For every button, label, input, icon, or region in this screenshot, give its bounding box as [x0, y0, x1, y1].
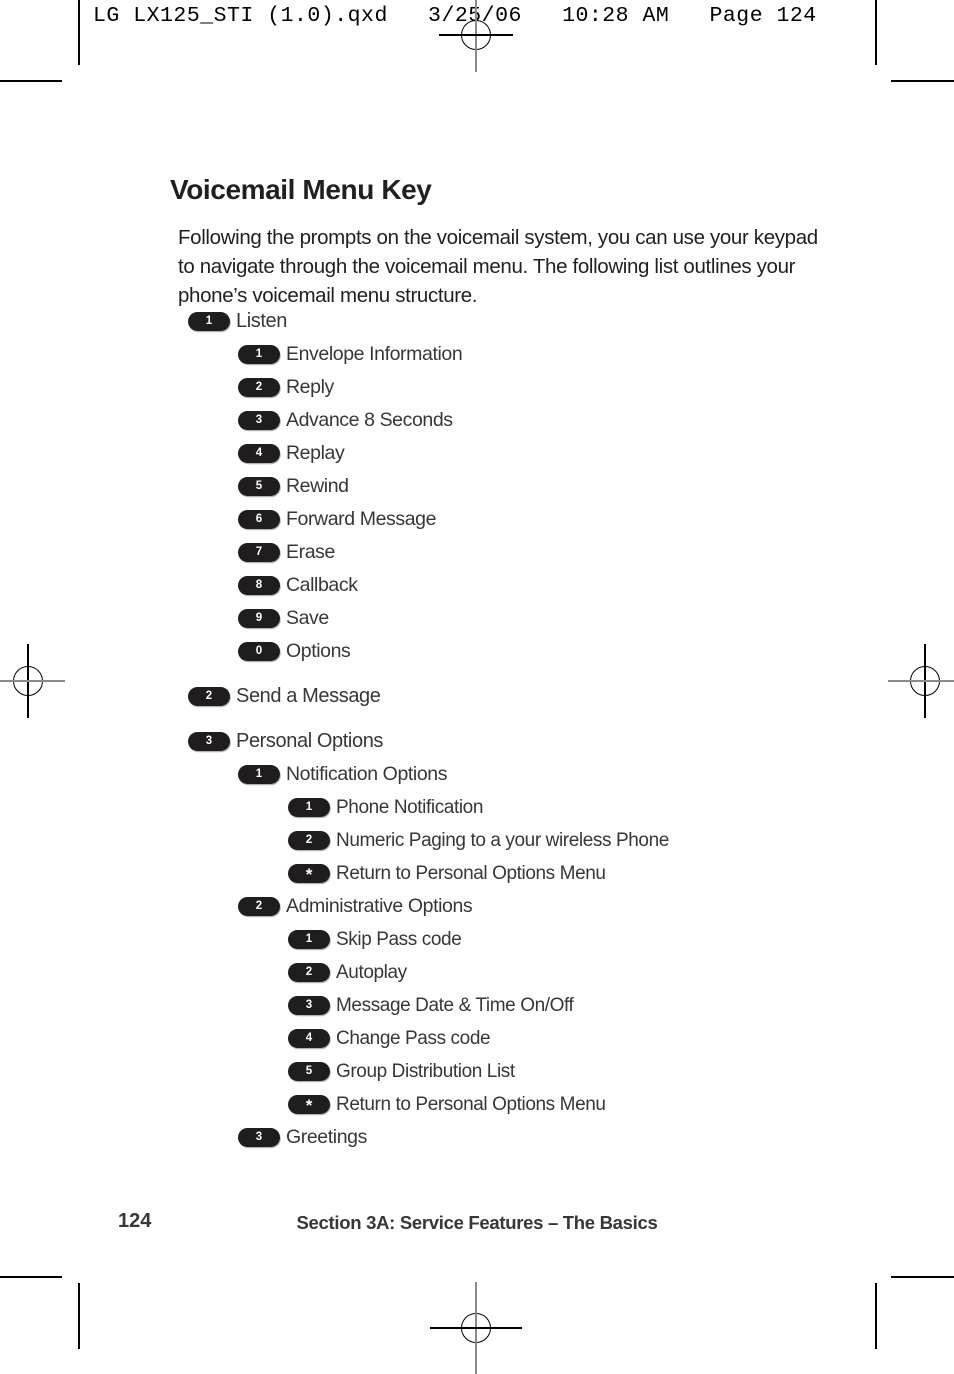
menu-row-label: Forward Message	[286, 508, 437, 530]
keypad-key-badge: 7	[238, 543, 280, 562]
menu-row: 3 Personal Options	[0, 725, 954, 758]
keypad-key-badge: 5	[238, 477, 280, 496]
keypad-key-badge: 3	[238, 411, 280, 430]
menu-row: 9 Save	[0, 602, 954, 635]
keypad-key-badge: 1	[288, 930, 330, 949]
printer-slug-line: LG LX125_STI (1.0).qxd 3/25/06 10:28 AM …	[93, 4, 817, 28]
menu-row: * Return to Personal Options Menu	[0, 857, 954, 890]
menu-row-label: Rewind	[286, 475, 349, 497]
keypad-key-badge: 2	[238, 378, 280, 397]
menu-row: 6 Forward Message	[0, 503, 954, 536]
menu-row-label: Return to Personal Options Menu	[336, 862, 606, 884]
registration-vertical-line	[475, 0, 477, 72]
menu-row: 2 Send a Message	[0, 680, 954, 713]
menu-row: 3 Greetings	[0, 1121, 954, 1154]
menu-row: 5 Group Distribution List	[0, 1055, 954, 1088]
registration-horizontal-line	[439, 34, 513, 36]
keypad-key-badge: 1	[238, 765, 280, 784]
keypad-key-badge: 2	[238, 897, 280, 916]
menu-row-label: Erase	[286, 541, 335, 563]
menu-row: 8 Callback	[0, 569, 954, 602]
menu-row-label: Message Date & Time On/Off	[336, 994, 574, 1016]
intro-paragraph: Following the prompts on the voicemail s…	[178, 225, 818, 307]
menu-row-label: Envelope Information	[286, 343, 463, 365]
menu-row-label: Personal Options	[236, 730, 384, 752]
crop-mark-bottom-right-horizontal	[891, 1276, 954, 1278]
crop-mark-top-left-horizontal	[0, 80, 62, 82]
keypad-key-badge: 4	[288, 1029, 330, 1048]
crop-mark-top-right-vertical	[875, 0, 877, 65]
menu-row-label: Notification Options	[286, 763, 448, 785]
menu-row: 1 Envelope Information	[0, 338, 954, 371]
menu-row: 5 Rewind	[0, 470, 954, 503]
menu-row: 2 Numeric Paging to a your wireless Phone	[0, 824, 954, 857]
footer-section-title: Section 3A: Service Features – The Basic…	[296, 1212, 658, 1233]
menu-row-label: Phone Notification	[336, 796, 484, 818]
menu-row: 0 Options	[0, 635, 954, 668]
keypad-key-badge: 3	[288, 996, 330, 1015]
menu-row-label: Change Pass code	[336, 1027, 491, 1049]
keypad-key-badge: 6	[238, 510, 280, 529]
menu-row-label: Callback	[286, 574, 358, 596]
menu-row: 7 Erase	[0, 536, 954, 569]
menu-row: 4 Change Pass code	[0, 1022, 954, 1055]
keypad-key-badge: 2	[288, 831, 330, 850]
keypad-key-badge: 0	[238, 642, 280, 661]
menu-row-label: Replay	[286, 442, 345, 464]
menu-row-label: Return to Personal Options Menu	[336, 1093, 606, 1115]
keypad-key-badge: 4	[238, 444, 280, 463]
keypad-key-badge: 9	[238, 609, 280, 628]
menu-row: 2 Administrative Options	[0, 890, 954, 923]
keypad-key-badge: 1	[238, 345, 280, 364]
menu-row: 3 Message Date & Time On/Off	[0, 989, 954, 1022]
crop-mark-bottom-left-vertical	[78, 1283, 80, 1349]
menu-row-label: Options	[286, 640, 351, 662]
keypad-key-badge: *	[288, 864, 330, 884]
menu-row-label: Greetings	[286, 1126, 367, 1148]
menu-row-label: Skip Pass code	[336, 928, 462, 950]
menu-row-label: Listen	[236, 310, 287, 332]
menu-row: 1 Notification Options	[0, 758, 954, 791]
menu-row-label: Group Distribution List	[336, 1060, 515, 1082]
menu-row-label: Advance 8 Seconds	[286, 409, 453, 431]
keypad-key-badge: 1	[288, 798, 330, 817]
menu-row-label: Reply	[286, 376, 334, 398]
page-footer: 124 Section 3A: Service Features – The B…	[0, 1210, 954, 1240]
menu-row: 1 Phone Notification	[0, 791, 954, 824]
crop-mark-top-left-vertical	[78, 0, 80, 65]
crop-mark-top-right-horizontal	[891, 80, 954, 82]
voicemail-menu-tree: 1 Listen 1 Envelope Information 2 Reply 3 Advan…	[0, 305, 954, 1154]
menu-row: 4 Replay	[0, 437, 954, 470]
menu-row-label: Administrative Options	[286, 895, 473, 917]
keypad-key-badge: 5	[288, 1062, 330, 1081]
menu-row: 2 Reply	[0, 371, 954, 404]
keypad-key-badge: 2	[188, 687, 230, 706]
crop-mark-bottom-right-vertical	[875, 1283, 877, 1349]
keypad-key-badge: 8	[238, 576, 280, 595]
menu-row: 3 Advance 8 Seconds	[0, 404, 954, 437]
keypad-key-badge: *	[288, 1095, 330, 1115]
menu-row-label: Save	[286, 607, 329, 629]
keypad-key-badge: 2	[288, 963, 330, 982]
menu-row-label: Send a Message	[236, 685, 381, 707]
menu-row-label: Autoplay	[336, 961, 407, 983]
menu-row-label: Numeric Paging to a your wireless Phone	[336, 829, 669, 851]
menu-row: * Return to Personal Options Menu	[0, 1088, 954, 1121]
keypad-key-badge: 3	[238, 1128, 280, 1147]
crop-mark-bottom-left-horizontal	[0, 1276, 62, 1278]
menu-row: 1 Listen	[0, 305, 954, 338]
menu-row: 2 Autoplay	[0, 956, 954, 989]
keypad-key-badge: 3	[188, 732, 230, 751]
menu-row: 1 Skip Pass code	[0, 923, 954, 956]
registration-horizontal-line	[430, 1327, 522, 1329]
keypad-key-badge: 1	[188, 312, 230, 331]
page-title: Voicemail Menu Key	[170, 173, 432, 205]
